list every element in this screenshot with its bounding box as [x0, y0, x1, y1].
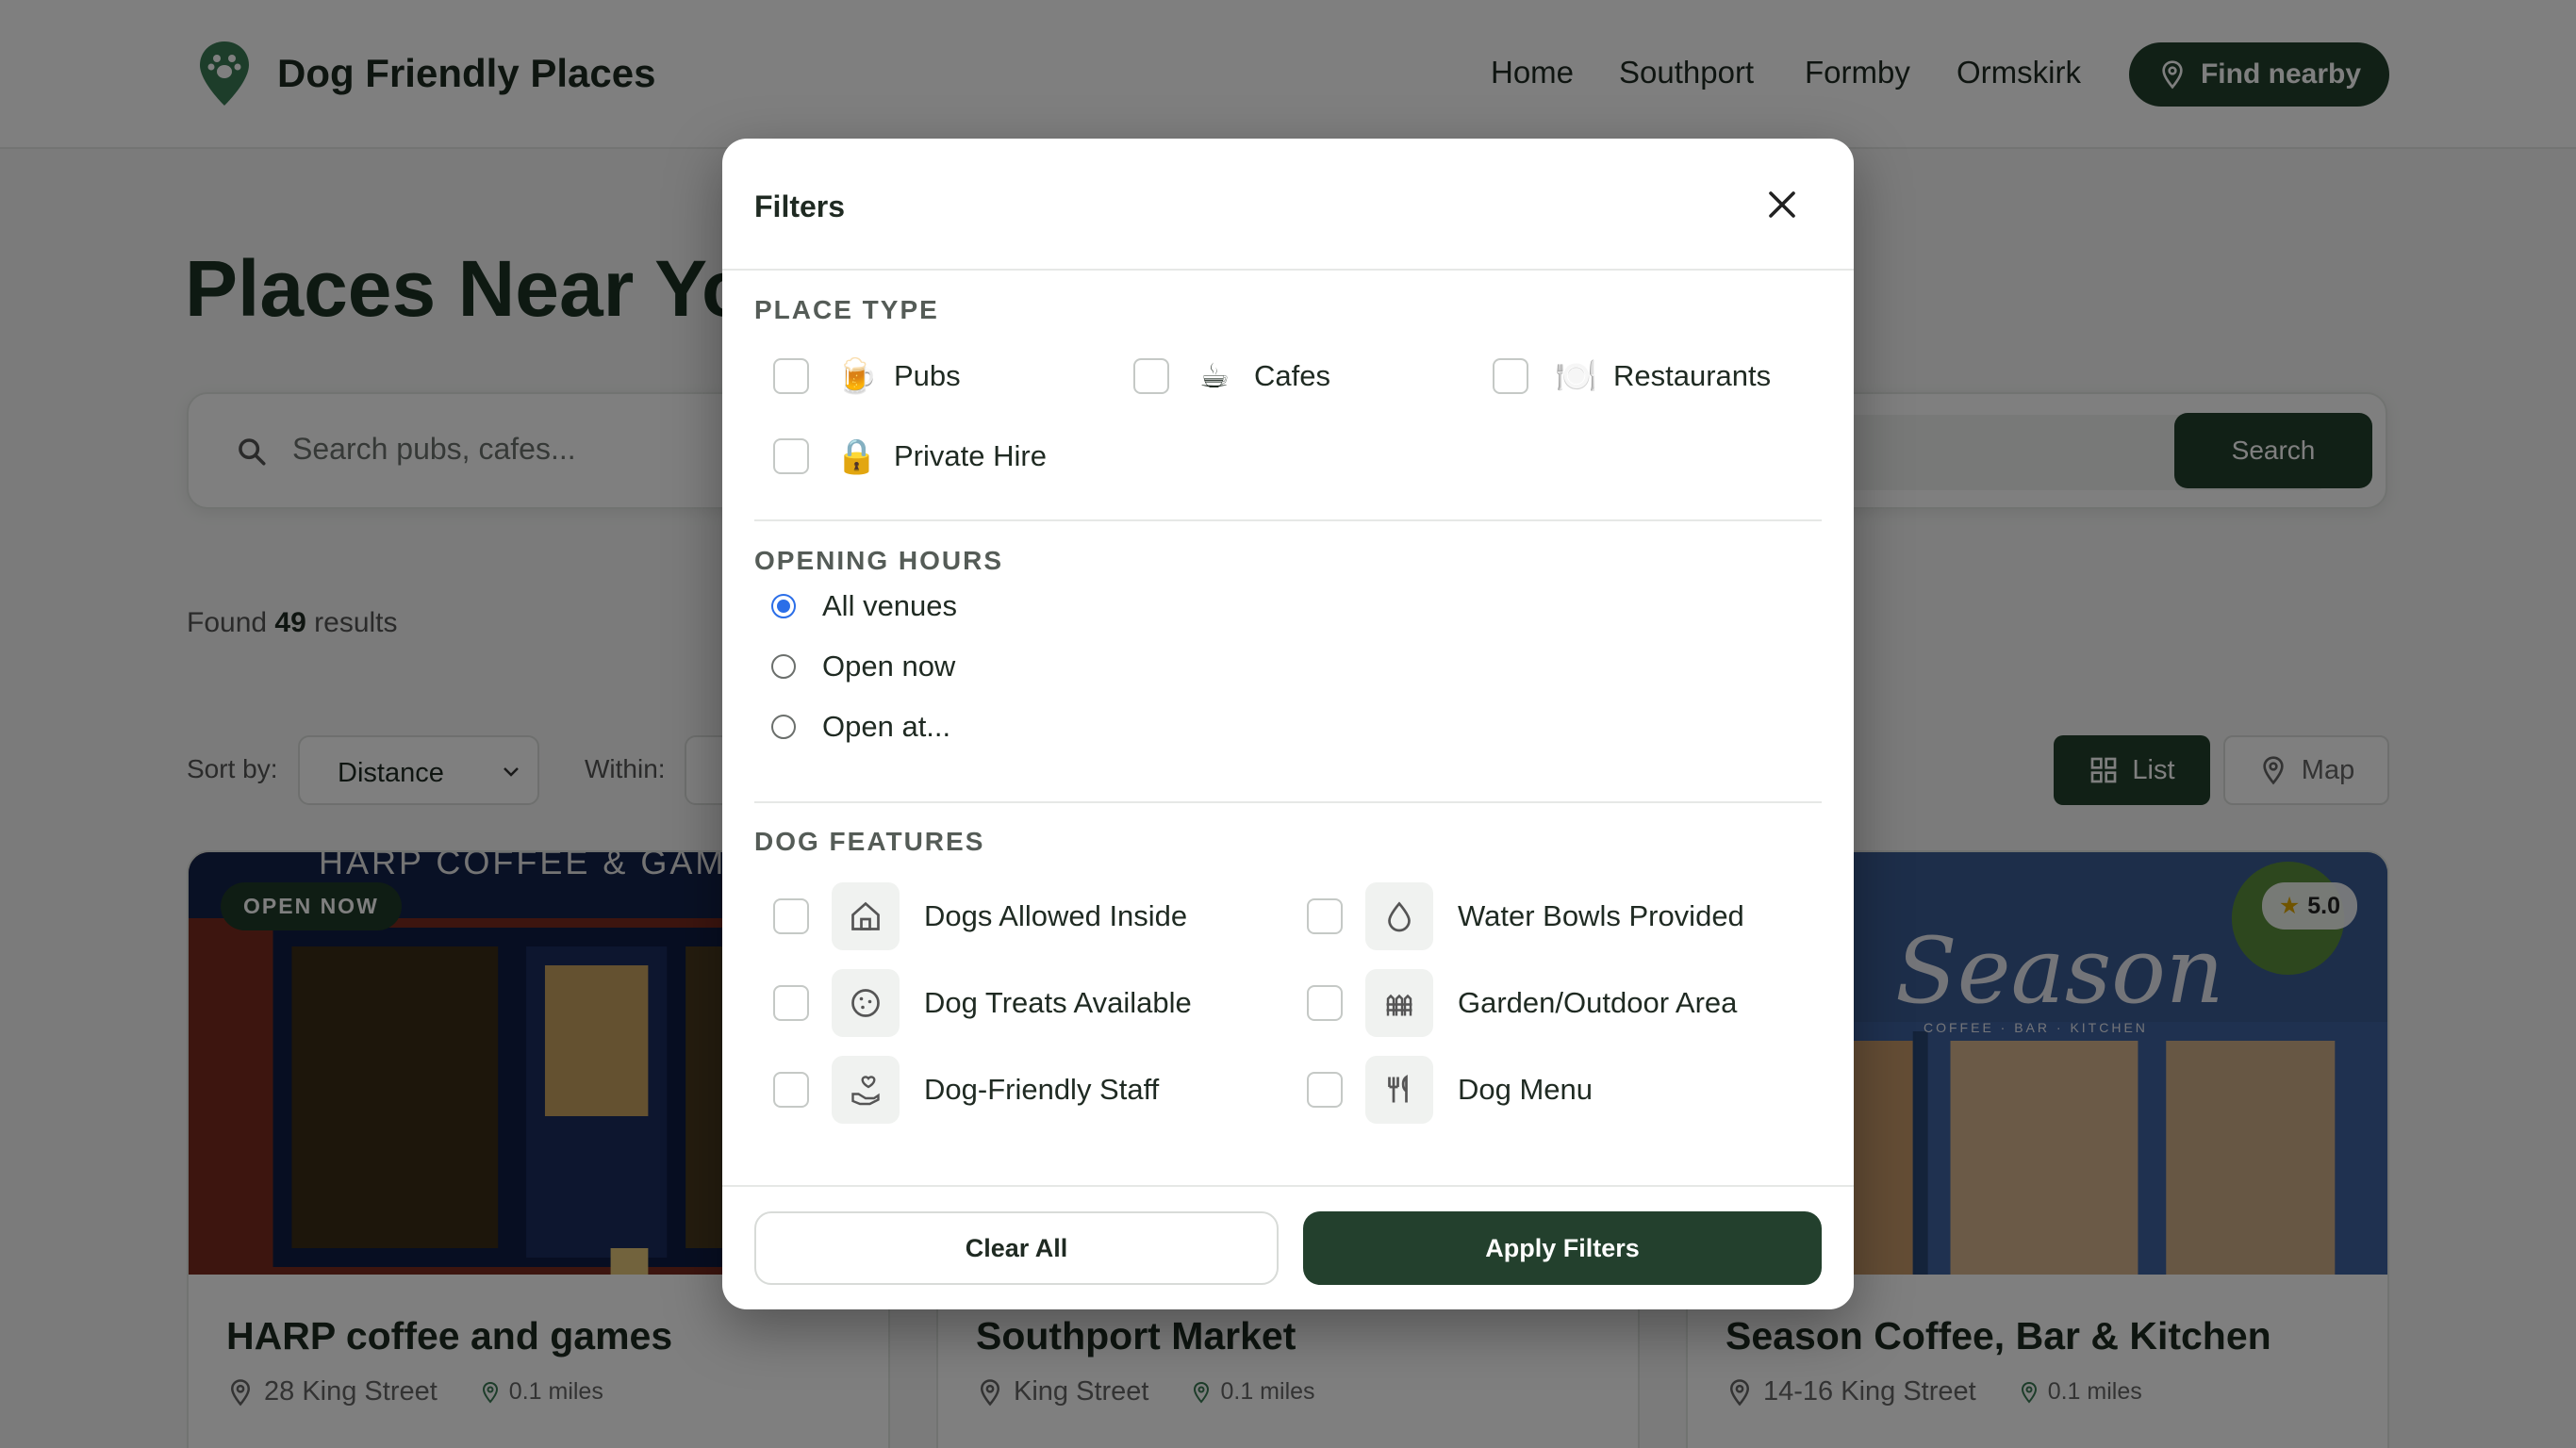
checkbox[interactable] [773, 985, 809, 1021]
checkbox[interactable] [1307, 898, 1343, 934]
section-opening-hours: OPENING HOURS [754, 546, 1004, 575]
cookie-icon [851, 989, 880, 1017]
filter-water-bowls[interactable]: Water Bowls Provided [1307, 882, 1744, 950]
section-dog-features: DOG FEATURES [754, 827, 985, 856]
radio-open-now[interactable]: Open now [771, 650, 955, 683]
apply-filters-button[interactable]: Apply Filters [1303, 1211, 1822, 1285]
header-divider [722, 269, 1854, 271]
checkbox[interactable] [773, 438, 809, 474]
radio-open-at[interactable]: Open at... [771, 710, 950, 744]
radio-button[interactable] [771, 654, 796, 679]
house-icon [851, 901, 880, 930]
lock-icon: 🔒 [835, 436, 878, 475]
filter-cafes[interactable]: ☕ Cafes [1133, 356, 1330, 396]
checkbox[interactable] [1133, 358, 1169, 394]
filter-dog-friendly-staff[interactable]: Dog-Friendly Staff [773, 1056, 1159, 1124]
section-divider [754, 801, 1822, 803]
clear-all-button[interactable]: Clear All [754, 1211, 1279, 1285]
coffee-icon: ☕ [1198, 356, 1230, 395]
filter-restaurants[interactable]: 🍽️ Restaurants [1493, 356, 1771, 396]
footer-divider [722, 1185, 1854, 1187]
filters-modal: Filters PLACE TYPE 🍺 Pubs ☕ Cafes 🍽️ Res… [722, 139, 1854, 1309]
checkbox[interactable] [1307, 985, 1343, 1021]
utensils-icon [1388, 1074, 1408, 1103]
checkbox[interactable] [773, 1072, 809, 1108]
fence-icon [1386, 994, 1412, 1016]
checkbox[interactable] [1307, 1072, 1343, 1108]
plate-icon: 🍽️ [1555, 356, 1597, 395]
modal-title: Filters [754, 189, 846, 223]
hand-heart-icon [851, 1076, 880, 1106]
water-drop-icon [1388, 901, 1411, 932]
close-icon [1769, 191, 1795, 218]
radio-button[interactable] [771, 715, 796, 739]
checkbox[interactable] [773, 358, 809, 394]
filter-garden[interactable]: Garden/Outdoor Area [1307, 969, 1737, 1037]
section-divider [754, 519, 1822, 521]
beer-icon: 🍺 [835, 356, 878, 395]
radio-all-venues[interactable]: All venues [771, 589, 957, 623]
filter-private-hire[interactable]: 🔒 Private Hire [773, 436, 1047, 476]
filter-pubs[interactable]: 🍺 Pubs [773, 356, 961, 396]
radio-button-selected[interactable] [771, 594, 796, 618]
filter-dog-menu[interactable]: Dog Menu [1307, 1056, 1593, 1124]
close-button[interactable] [1759, 182, 1805, 227]
filter-dogs-allowed-inside[interactable]: Dogs Allowed Inside [773, 882, 1187, 950]
checkbox[interactable] [1493, 358, 1528, 394]
filter-dog-treats[interactable]: Dog Treats Available [773, 969, 1192, 1037]
section-place-type: PLACE TYPE [754, 295, 939, 324]
checkbox[interactable] [773, 898, 809, 934]
